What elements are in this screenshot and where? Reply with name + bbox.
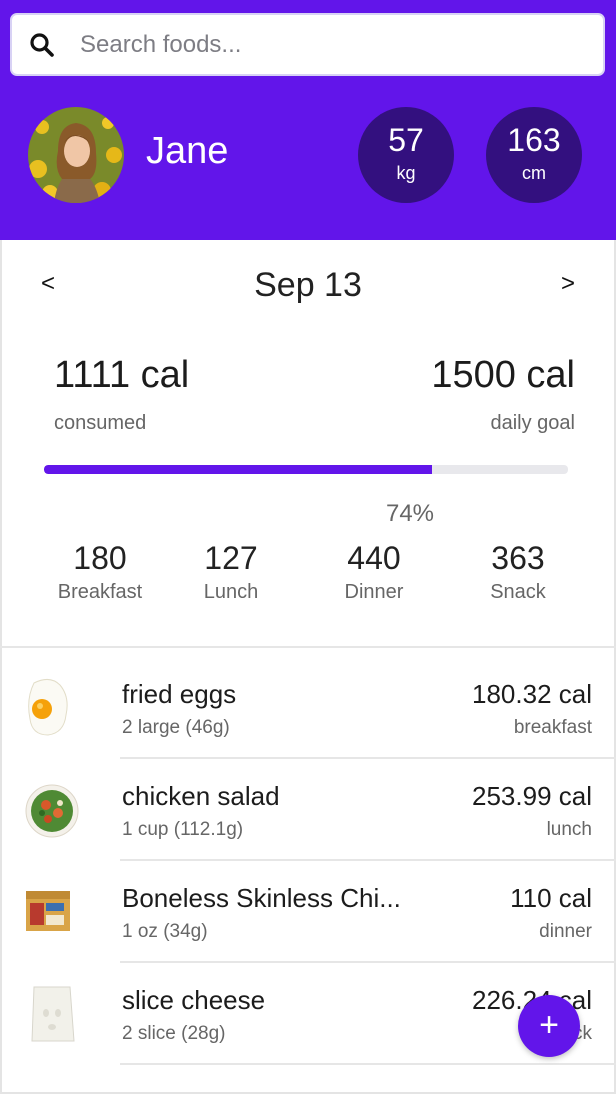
salad-icon bbox=[20, 777, 80, 841]
list-separator bbox=[120, 1063, 616, 1065]
food-quantity: 2 large (46g) bbox=[122, 717, 230, 738]
height-unit: cm bbox=[522, 163, 546, 183]
food-name: slice cheese bbox=[122, 985, 266, 1015]
search-icon[interactable] bbox=[12, 15, 72, 75]
food-quantity: 1 cup (112.1g) bbox=[122, 819, 244, 840]
list-item[interactable]: fried eggs 2 large (46g) 180.32 cal brea… bbox=[0, 657, 616, 759]
user-name: Jane bbox=[146, 130, 229, 172]
daily-goal-label: daily goal bbox=[490, 412, 575, 434]
meal-total-value: 363 bbox=[491, 540, 545, 576]
weight-badge[interactable]: 57 kg bbox=[358, 107, 454, 203]
meal-total-dinner: 440 Dinner bbox=[309, 540, 439, 604]
date-label: Sep 13 bbox=[254, 266, 362, 304]
food-calories: 180.32 cal bbox=[472, 679, 592, 709]
list-item[interactable]: Boneless Skinless Chi... 1 oz (34g) 110 … bbox=[0, 861, 616, 963]
add-food-button[interactable]: + bbox=[518, 995, 580, 1057]
food-calories: 253.99 cal bbox=[472, 781, 592, 811]
calorie-progress-fill bbox=[44, 465, 432, 474]
food-calories: 110 cal bbox=[510, 883, 592, 913]
weight-unit: kg bbox=[396, 163, 416, 183]
cheese-icon bbox=[20, 981, 80, 1045]
food-meal: dinner bbox=[539, 921, 592, 942]
food-quantity: 1 oz (34g) bbox=[122, 921, 208, 942]
meal-total-lunch: 127 Lunch bbox=[166, 540, 296, 604]
weight-value: 57 bbox=[388, 122, 424, 158]
food-name: fried eggs bbox=[122, 679, 237, 709]
food-name: chicken salad bbox=[122, 781, 280, 811]
consumed-label: consumed bbox=[54, 412, 147, 434]
height-badge[interactable]: 163 cm bbox=[486, 107, 582, 203]
previous-day-button[interactable]: < bbox=[33, 266, 63, 302]
avatar[interactable] bbox=[28, 107, 124, 203]
consumed-calories: 1111 cal bbox=[54, 354, 190, 396]
meal-total-value: 127 bbox=[204, 540, 258, 576]
meal-total-snack: 363 Snack bbox=[453, 540, 583, 604]
fried-egg-icon bbox=[20, 675, 80, 739]
calorie-progress-bar bbox=[44, 465, 568, 474]
height-value: 163 bbox=[507, 122, 561, 158]
meal-total-label: Snack bbox=[490, 581, 546, 603]
package-icon bbox=[20, 879, 80, 943]
progress-percent: 74% bbox=[385, 500, 435, 527]
search-bar[interactable] bbox=[10, 13, 605, 76]
meal-total-value: 440 bbox=[347, 540, 401, 576]
profile-header: Jane 57 kg 163 cm bbox=[0, 0, 616, 240]
meal-total-label: Breakfast bbox=[57, 581, 143, 603]
food-quantity: 2 slice (28g) bbox=[122, 1023, 226, 1044]
food-name: Boneless Skinless Chi... bbox=[122, 883, 401, 913]
meal-total-breakfast: 180 Breakfast bbox=[35, 540, 165, 604]
meal-total-label: Lunch bbox=[203, 581, 259, 603]
list-item[interactable]: chicken salad 1 cup (112.1g) 253.99 cal … bbox=[0, 759, 616, 861]
meal-total-value: 180 bbox=[73, 540, 127, 576]
section-divider bbox=[0, 646, 616, 648]
daily-goal-calories: 1500 cal bbox=[431, 354, 575, 396]
food-meal: lunch bbox=[546, 819, 592, 840]
food-meal: breakfast bbox=[513, 717, 592, 738]
next-day-button[interactable]: > bbox=[553, 266, 583, 302]
meal-total-label: Dinner bbox=[344, 581, 404, 603]
search-input[interactable] bbox=[80, 24, 580, 65]
